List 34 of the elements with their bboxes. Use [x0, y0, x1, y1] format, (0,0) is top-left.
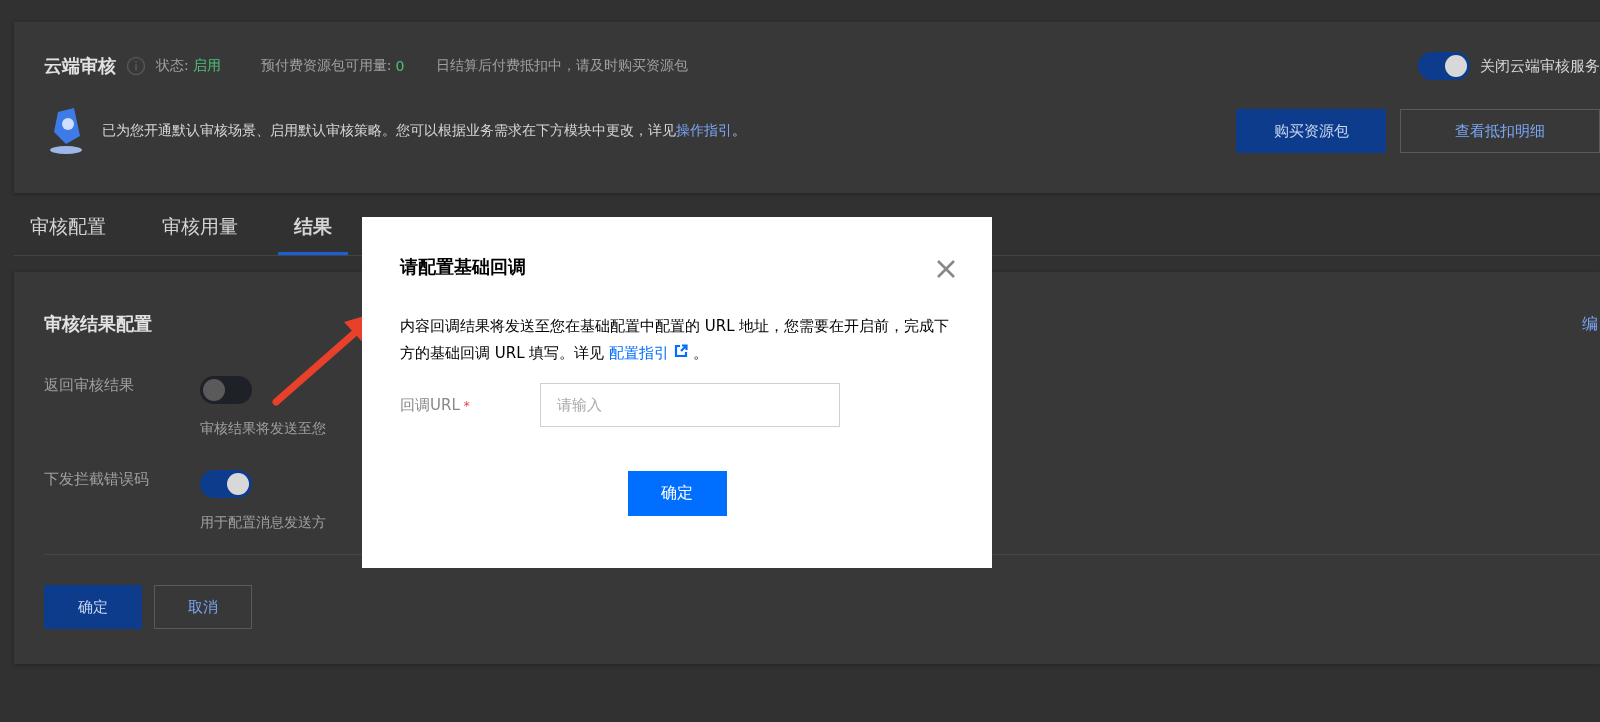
quota-label: 预付费资源包可用量:	[260, 57, 392, 75]
quota-value: 0	[395, 58, 405, 74]
edit-link[interactable]: 编	[1582, 313, 1598, 335]
required-mark: *	[463, 398, 470, 413]
setting-label: 下发拦截错误码	[44, 470, 149, 490]
setting-hint: 审核结果将发送至您	[200, 420, 326, 438]
tab[interactable]: 审核用量	[146, 214, 254, 255]
dialog-title: 请配置基础回调	[400, 255, 526, 279]
tab[interactable]: 结果	[278, 214, 348, 255]
config-guide-link[interactable]: 配置指引	[609, 344, 688, 362]
field-label: 回调URL *	[400, 395, 471, 415]
setting-hint: 用于配置消息发送方	[200, 514, 326, 532]
billing-notice: 日结算后付费抵扣中，请及时购买资源包	[436, 57, 689, 75]
toggle-switch[interactable]	[200, 470, 252, 498]
callback-url-input[interactable]: 请输入	[540, 383, 840, 427]
setup-description: 已为您开通默认审核场景、启用默认审核策略。您可以根据业务需求在下方模块中更改，详见操作指引。	[102, 122, 746, 140]
dialog-confirm-button[interactable]: 确定	[627, 471, 727, 516]
toggle-switch[interactable]	[200, 376, 252, 404]
confirm-button[interactable]: 确定	[44, 585, 142, 629]
deduction-details-button[interactable]: 查看抵扣明细	[1400, 109, 1600, 153]
status-label: 状态:	[156, 57, 189, 75]
buy-package-button[interactable]: 购买资源包	[1236, 109, 1386, 153]
cancel-button[interactable]: 取消	[154, 585, 252, 629]
service-title: 云端审核	[44, 54, 116, 78]
status-value: 启用	[192, 57, 221, 75]
toggle-switch[interactable]	[1418, 52, 1470, 80]
setting-label: 返回审核结果	[44, 376, 134, 396]
section-title: 审核结果配置	[44, 312, 152, 336]
dialog-description: 内容回调结果将发送至您在基础配置中配置的 URL 地址，您需要在开启前，完成下方的基础回调 URL 填写。详见 配置指引 。	[400, 316, 950, 364]
external-link-icon	[673, 344, 688, 358]
tab[interactable]: 审核配置	[14, 214, 122, 255]
info-icon	[126, 56, 146, 76]
toggle-label: 关闭云端审核服务	[1480, 56, 1600, 76]
guide-link[interactable]: 操作指引	[676, 122, 732, 138]
